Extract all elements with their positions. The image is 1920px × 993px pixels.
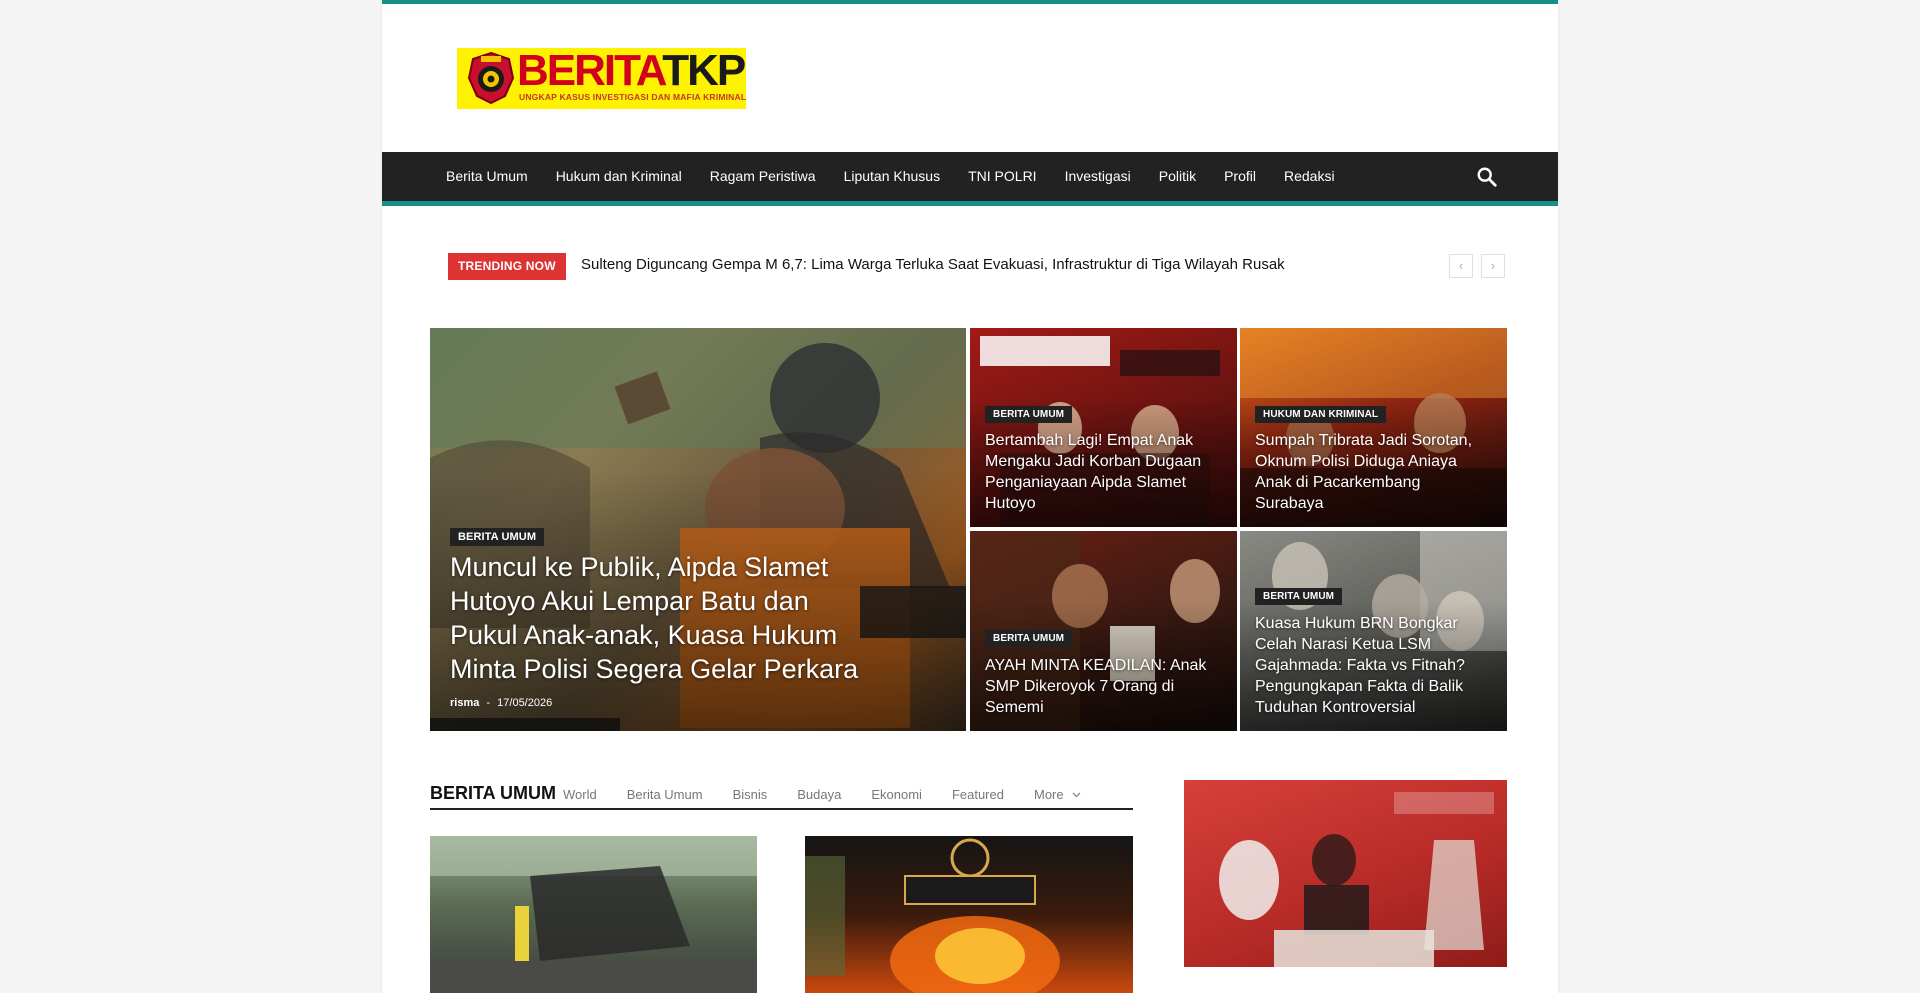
- section-divider: [430, 808, 1133, 810]
- nav-item-hukum-dan-kriminal[interactable]: Hukum dan Kriminal: [542, 152, 696, 201]
- tab-more-label: More: [1033, 787, 1064, 802]
- featured-tile-3-title[interactable]: AYAH MINTA KEADILAN: Anak SMP Dikeroyok …: [985, 655, 1215, 718]
- section-tabs: World Berita Umum Bisnis Budaya Ekonomi Featu…: [548, 787, 1096, 802]
- tab-more-dropdown[interactable]: More: [1019, 787, 1096, 802]
- sidebar-banner-image: [1219, 792, 1494, 967]
- featured-main[interactable]: BERITA UMUM Muncul ke Publik, Aipda Slam…: [430, 328, 966, 731]
- nav-menu: Berita Umum Hukum dan Kriminal Ragam Peris…: [432, 152, 1349, 201]
- article-thumb-2[interactable]: [805, 836, 1133, 993]
- nav-item-tni-polri[interactable]: TNI POLRI: [954, 152, 1050, 201]
- featured-tile-4-title[interactable]: Kuasa Hukum BRN Bongkar Celah Narasi Ket…: [1255, 613, 1485, 718]
- article-thumb-1[interactable]: [430, 836, 757, 993]
- logo-tagline: UNGKAP KASUS INVESTIGASI DAN MAFIA KRIMI…: [519, 92, 746, 102]
- featured-tile-1-title[interactable]: Bertambah Lagi! Empat Anak Mengaku Jadi …: [985, 430, 1210, 514]
- main-nav: Berita Umum Hukum dan Kriminal Ragam Peris…: [382, 152, 1558, 206]
- police-badge-icon: [467, 51, 515, 105]
- meta-separator: -: [486, 697, 491, 709]
- nav-item-profil[interactable]: Profil: [1210, 152, 1270, 201]
- nav-item-politik[interactable]: Politik: [1145, 152, 1210, 201]
- section-title[interactable]: BERITA UMUM: [430, 783, 556, 804]
- tab-featured[interactable]: Featured: [937, 787, 1019, 802]
- nav-item-liputan-khusus[interactable]: Liputan Khusus: [830, 152, 955, 201]
- featured-main-date: 17/05/2026: [497, 697, 553, 709]
- tab-berita-umum[interactable]: Berita Umum: [612, 787, 718, 802]
- article-thumb-2-image: [805, 838, 1060, 993]
- chevron-down-icon: [1072, 792, 1081, 797]
- nav-item-investigasi[interactable]: Investigasi: [1051, 152, 1145, 201]
- featured-tile-3[interactable]: BERITA UMUM AYAH MINTA KEADILAN: Anak SM…: [970, 531, 1237, 731]
- trending-label: TRENDING NOW: [448, 253, 566, 280]
- tab-budaya[interactable]: Budaya: [782, 787, 856, 802]
- nav-item-redaksi[interactable]: Redaksi: [1270, 152, 1349, 201]
- featured-tile-2-title[interactable]: Sumpah Tribrata Jadi Sorotan, Oknum Poli…: [1255, 430, 1485, 514]
- featured-main-author[interactable]: risma: [450, 697, 479, 709]
- trending-headline[interactable]: Sulteng Diguncang Gempa M 6,7: Lima Warg…: [581, 256, 1285, 273]
- logo-wordmark: BERITATKP: [517, 48, 746, 95]
- featured-tile-1[interactable]: BERITA UMUM Bertambah Lagi! Empat Anak M…: [970, 328, 1237, 527]
- featured-tile-3-category[interactable]: BERITA UMUM: [985, 630, 1073, 647]
- page: BERITATKP UNGKAP KASUS INVESTIGASI DAN M…: [382, 0, 1558, 993]
- nav-item-berita-umum[interactable]: Berita Umum: [432, 152, 542, 201]
- featured-main-category[interactable]: BERITA UMUM: [450, 528, 545, 546]
- tab-world[interactable]: World: [548, 787, 612, 802]
- featured-main-meta: risma - 17/05/2026: [450, 697, 552, 709]
- sidebar-banner[interactable]: [1184, 780, 1507, 967]
- featured-tile-1-category[interactable]: BERITA UMUM: [985, 406, 1073, 423]
- trending-next-button[interactable]: ›: [1481, 254, 1505, 278]
- featured-tile-4-category[interactable]: BERITA UMUM: [1255, 588, 1343, 605]
- top-accent-bar: [382, 0, 1558, 4]
- trending-prev-button[interactable]: ‹: [1449, 254, 1473, 278]
- nav-item-ragam-peristiwa[interactable]: Ragam Peristiwa: [696, 152, 830, 201]
- featured-tile-2[interactable]: HUKUM DAN KRIMINAL Sumpah Tribrata Jadi …: [1240, 328, 1507, 527]
- featured-main-title[interactable]: Muncul ke Publik, Aipda Slamet Hutoyo Ak…: [450, 550, 880, 686]
- search-icon[interactable]: [1476, 166, 1498, 188]
- featured-tile-2-category[interactable]: HUKUM DAN KRIMINAL: [1255, 406, 1387, 423]
- trending-bar: TRENDING NOW Sulteng Diguncang Gempa M 6…: [448, 252, 1505, 282]
- tab-ekonomi[interactable]: Ekonomi: [856, 787, 937, 802]
- site-logo[interactable]: BERITATKP UNGKAP KASUS INVESTIGASI DAN M…: [457, 48, 746, 109]
- tab-bisnis[interactable]: Bisnis: [718, 787, 783, 802]
- featured-tile-4[interactable]: BERITA UMUM Kuasa Hukum BRN Bongkar Cela…: [1240, 531, 1507, 731]
- article-thumb-1-image: [430, 836, 757, 993]
